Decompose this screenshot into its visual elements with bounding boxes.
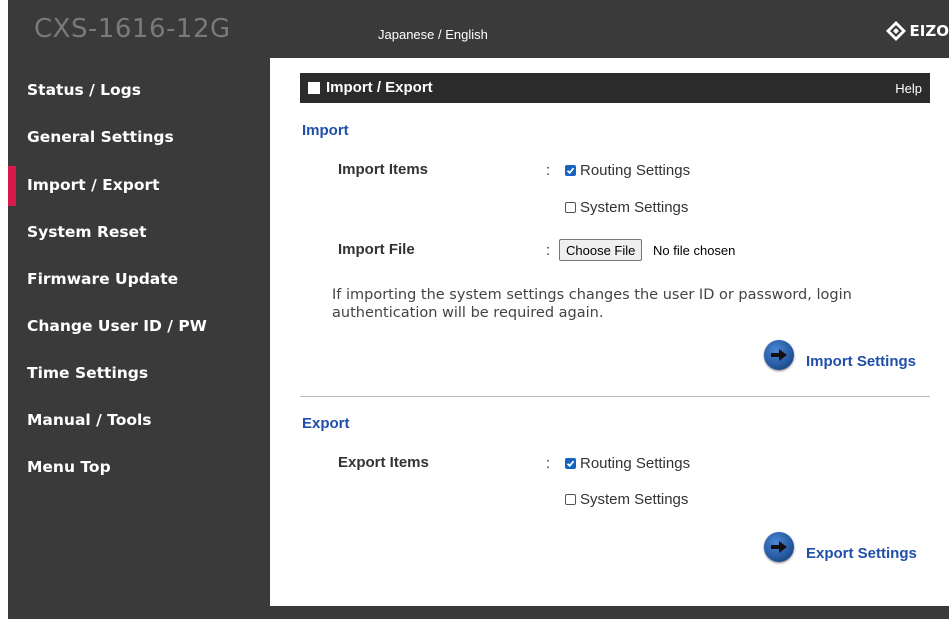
sidebar-item-label: Manual / Tools: [27, 411, 152, 429]
logo-text: EIZO: [909, 22, 949, 40]
sidebar-item-general-settings[interactable]: General Settings: [8, 118, 270, 158]
checkbox-unchecked-icon[interactable]: [565, 494, 576, 505]
sidebar-item-import-export[interactable]: Import / Export: [8, 166, 270, 206]
arrow-right-circle-icon: [764, 339, 794, 370]
checkbox-label: Routing Settings: [580, 162, 691, 179]
main-content: Import / Export Help Import Import Items…: [270, 58, 949, 606]
app-title: CXS-1616-12G: [34, 14, 231, 44]
sidebar-item-system-reset[interactable]: System Reset: [8, 213, 270, 253]
export-system-checkbox[interactable]: System Settings: [565, 491, 688, 508]
import-heading: Import: [302, 122, 349, 139]
checkbox-label: Routing Settings: [580, 455, 691, 472]
bottom-bar: [8, 606, 949, 619]
sidebar-item-label: System Reset: [27, 223, 147, 241]
section-divider: [300, 396, 930, 397]
import-routing-checkbox[interactable]: Routing Settings: [565, 162, 690, 179]
sidebar-item-time-settings[interactable]: Time Settings: [8, 354, 270, 394]
sidebar-item-manual-tools[interactable]: Manual / Tools: [8, 401, 270, 441]
import-note: If importing the system settings changes…: [332, 287, 852, 321]
import-items-colon: :: [546, 162, 551, 179]
sidebar-item-firmware-update[interactable]: Firmware Update: [8, 260, 270, 300]
export-heading: Export: [302, 415, 350, 432]
sidebar-item-change-user-id[interactable]: Change User ID / PW: [8, 307, 270, 347]
import-settings-label: Import Settings: [806, 353, 917, 370]
language-toggle-link[interactable]: Japanese / English: [378, 27, 488, 42]
sidebar-nav: Status / Logs General Settings Import / …: [8, 58, 270, 606]
sidebar-item-label: Change User ID / PW: [27, 317, 207, 335]
square-icon: [308, 82, 320, 94]
import-items-label: Import Items: [338, 161, 429, 178]
export-routing-checkbox[interactable]: Routing Settings: [565, 455, 690, 472]
export-items-colon: :: [546, 455, 551, 472]
checkbox-label: System Settings: [580, 199, 689, 216]
checkbox-checked-icon[interactable]: [565, 458, 576, 469]
sidebar-item-label: Menu Top: [27, 458, 111, 476]
top-bar: CXS-1616-12G Japanese / English EIZO: [8, 0, 949, 58]
file-status: No file chosen: [653, 243, 736, 258]
choose-file-button[interactable]: Choose File: [559, 239, 643, 261]
help-link[interactable]: Help: [895, 81, 922, 96]
arrow-right-circle-icon: [764, 531, 794, 562]
eizo-logo-icon: [885, 21, 906, 41]
import-file-colon: :: [546, 242, 551, 259]
import-system-checkbox[interactable]: System Settings: [565, 199, 688, 216]
export-items-label: Export Items: [338, 454, 429, 471]
sidebar-item-label: General Settings: [27, 128, 174, 146]
sidebar-item-menu-top[interactable]: Menu Top: [8, 448, 270, 488]
export-settings-button[interactable]: Export Settings: [764, 531, 917, 562]
import-file-label: Import File: [338, 241, 415, 258]
sidebar-item-label: Firmware Update: [27, 270, 179, 288]
import-settings-button[interactable]: Import Settings: [764, 339, 916, 370]
checkbox-unchecked-icon[interactable]: [565, 202, 576, 213]
eizo-logo: EIZO: [885, 20, 949, 42]
export-settings-label: Export Settings: [806, 545, 917, 562]
sidebar-item-label: Time Settings: [27, 364, 149, 382]
sidebar-item-status-logs[interactable]: Status / Logs: [8, 71, 270, 111]
checkbox-label: System Settings: [580, 491, 689, 508]
sidebar-item-label: Import / Export: [27, 176, 160, 194]
sidebar-item-label: Status / Logs: [27, 81, 142, 99]
checkbox-checked-icon[interactable]: [565, 165, 576, 176]
section-title: Import / Export: [326, 79, 433, 96]
section-header: Import / Export Help: [300, 73, 930, 103]
